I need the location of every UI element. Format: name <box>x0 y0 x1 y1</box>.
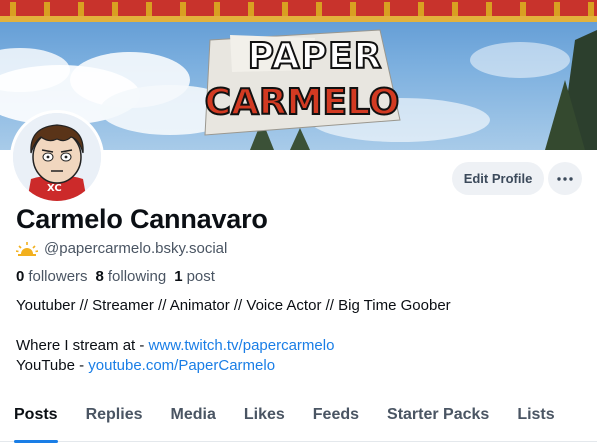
youtube-link[interactable]: youtube.com/PaperCarmelo <box>88 357 275 374</box>
following-stat[interactable]: 8 following <box>96 268 167 285</box>
posts-stat: 1 post <box>174 268 215 285</box>
twitch-link[interactable]: www.twitch.tv/papercarmelo <box>149 337 335 354</box>
avatar[interactable]: XC <box>10 110 104 204</box>
profile-stats: 0 followers 8 following 1 post <box>16 268 215 285</box>
tab-feeds[interactable]: Feeds <box>299 396 373 442</box>
following-label: following <box>107 268 167 285</box>
tab-starter-packs[interactable]: Starter Packs <box>373 396 503 442</box>
sun-icon <box>16 241 38 256</box>
handle[interactable]: @papercarmelo.bsky.social <box>44 240 227 257</box>
followers-stat[interactable]: 0 followers <box>16 268 88 285</box>
bio-youtube-prefix: YouTube - <box>16 357 89 374</box>
tab-replies[interactable]: Replies <box>72 396 157 442</box>
tab-posts[interactable]: Posts <box>0 396 72 443</box>
handle-row: @papercarmelo.bsky.social <box>16 240 227 257</box>
banner-logo-paper: PAPER <box>247 35 383 78</box>
posts-label: post <box>186 268 215 285</box>
banner-logo-carmelo: CARMELO <box>204 81 401 124</box>
followers-count: 0 <box>16 268 25 285</box>
edit-profile-button[interactable]: Edit Profile <box>452 162 544 195</box>
avatar-shirt-text: XC <box>47 183 62 194</box>
profile-bio: Youtuber // Streamer // Animator // Voic… <box>16 296 451 376</box>
bio-youtube-line: YouTube - youtube.com/PaperCarmelo <box>16 356 451 376</box>
display-name: Carmelo Cannavaro <box>16 204 268 234</box>
followers-label: followers <box>28 268 88 285</box>
bio-line: Youtuber // Streamer // Animator // Voic… <box>16 297 451 314</box>
following-count: 8 <box>95 268 104 285</box>
bio-stream-line: Where I stream at - www.twitch.tv/paperc… <box>16 336 451 356</box>
bio-stream-prefix: Where I stream at - <box>16 337 149 354</box>
tab-media[interactable]: Media <box>157 396 230 442</box>
posts-count: 1 <box>174 268 183 285</box>
tab-lists[interactable]: Lists <box>503 396 568 442</box>
tab-likes[interactable]: Likes <box>230 396 299 442</box>
profile-tabs: Posts Replies Media Likes Feeds Starter … <box>0 396 597 443</box>
ellipsis-icon <box>557 176 573 181</box>
more-options-button[interactable] <box>548 162 582 195</box>
